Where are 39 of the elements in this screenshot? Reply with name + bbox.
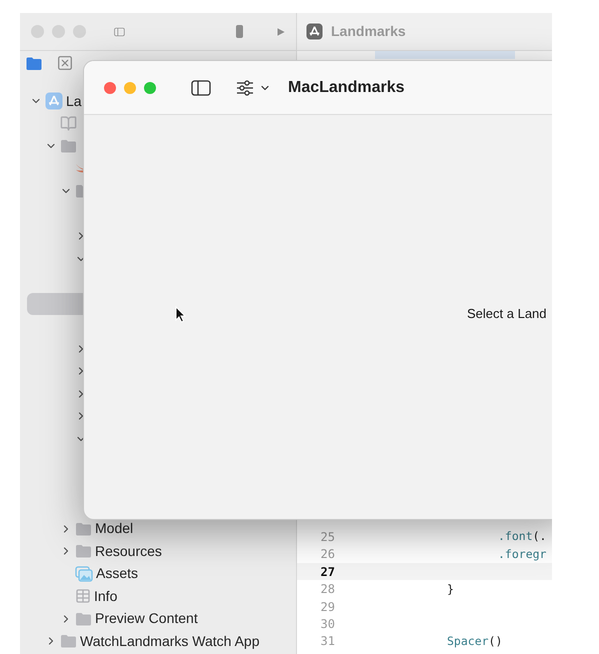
book-icon	[60, 115, 77, 132]
navigator-item-label[interactable]: Resources	[95, 540, 162, 562]
table-icon	[75, 588, 91, 604]
sliders-icon	[236, 80, 254, 96]
app-icon	[45, 92, 63, 110]
folder-icon[interactable]	[26, 56, 42, 70]
folder-icon	[75, 612, 92, 626]
window-title: MacLandmarks	[288, 78, 404, 98]
app-icon	[306, 23, 323, 40]
navigator-item-label[interactable]: Info	[94, 586, 118, 607]
folder-icon	[60, 634, 77, 648]
stop-icon[interactable]	[236, 25, 243, 38]
line-number: 29	[320, 598, 335, 616]
code-text: .foregr	[498, 546, 546, 563]
line-number: 28	[320, 581, 335, 598]
sidebar-toggle-icon[interactable]	[191, 80, 211, 96]
code-text: Spacer()	[447, 632, 502, 650]
navigator-item-label[interactable]: Model	[95, 518, 134, 540]
empty-state-message: Select a Land	[467, 305, 547, 324]
line-number: 30	[320, 616, 335, 633]
editor-title: Landmarks	[331, 22, 406, 41]
code-text: }	[447, 580, 454, 598]
navigator-item-label[interactable]: La	[66, 90, 82, 112]
folder-icon	[75, 544, 92, 558]
line-number: 26	[320, 546, 335, 564]
mouse-cursor-icon	[175, 306, 186, 323]
navigator-item-label[interactable]: WatchLandmarks Watch App	[80, 630, 260, 652]
code-text: .font(.	[498, 528, 546, 546]
folder-icon	[60, 139, 77, 154]
line-number: 27	[320, 564, 335, 581]
navigator-item-label[interactable]: Preview Content	[95, 608, 198, 630]
line-number: 25	[320, 528, 335, 546]
box-x-icon[interactable]	[58, 56, 72, 70]
close-button[interactable]	[104, 82, 116, 94]
filter-menu-button[interactable]	[236, 80, 271, 96]
image-icon	[75, 566, 93, 582]
line-number: 31	[320, 633, 335, 650]
folder-icon	[75, 522, 92, 536]
navigator-item-label[interactable]: Assets	[96, 563, 138, 584]
